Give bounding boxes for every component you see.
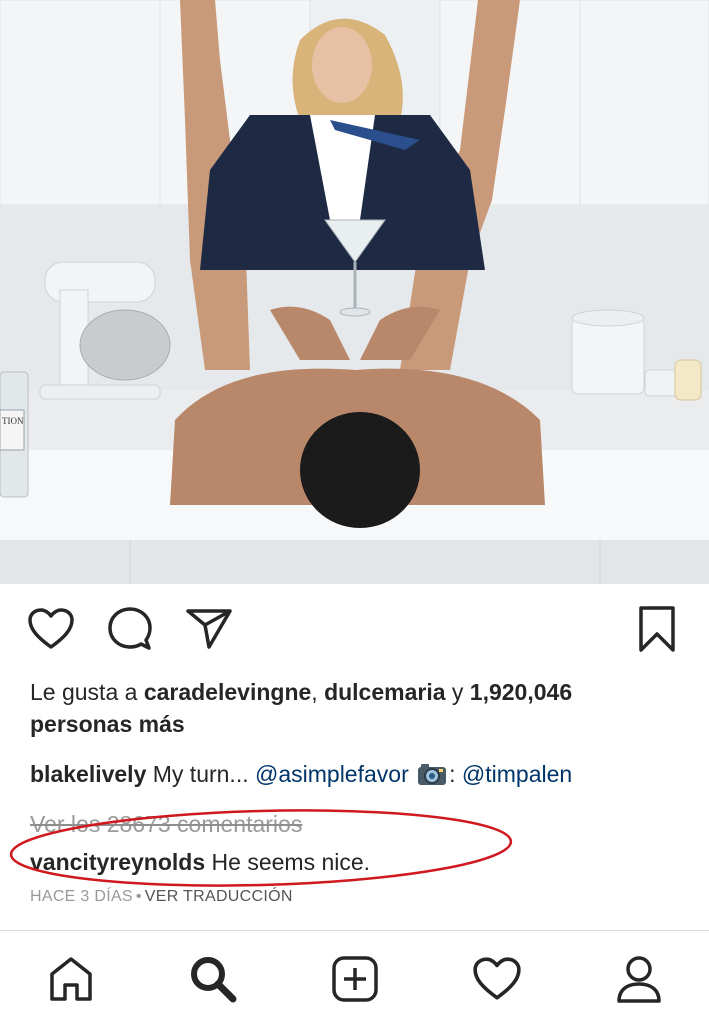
nav-activity[interactable] bbox=[469, 951, 525, 1007]
camera-emoji-icon bbox=[418, 764, 447, 785]
likes-conjunction: y bbox=[445, 679, 470, 705]
see-translation-link[interactable]: VER TRADUCCIÓN bbox=[145, 888, 293, 905]
post-caption: blakelively My turn... @asimplefavor : @… bbox=[30, 758, 690, 790]
nav-profile[interactable] bbox=[611, 951, 667, 1007]
likes-prefix: Le gusta a bbox=[30, 679, 144, 705]
comment-username[interactable]: vancityreynolds bbox=[30, 849, 205, 875]
nav-home[interactable] bbox=[43, 951, 99, 1007]
likes-count: 1,920,046 bbox=[469, 679, 573, 705]
paper-plane-icon bbox=[186, 609, 232, 649]
view-all-comments-link[interactable]: Ver los 28673 comentarios bbox=[30, 808, 690, 840]
post-info: Le gusta a caradelevingne, dulcemaria y … bbox=[30, 676, 690, 908]
top-comment: vancityreynolds He seems nice. bbox=[30, 846, 690, 878]
heart-outline-icon bbox=[28, 608, 74, 649]
post-timestamp: HACE 3 DÍAS bbox=[30, 888, 133, 905]
profile-icon bbox=[617, 956, 661, 1003]
liker-username[interactable]: caradelevingne bbox=[144, 679, 311, 705]
speech-bubble-icon bbox=[108, 607, 152, 650]
likes-separator: , bbox=[311, 679, 325, 705]
likes-summary[interactable]: Le gusta a caradelevingne, dulcemaria y … bbox=[30, 676, 690, 740]
share-button[interactable] bbox=[182, 602, 236, 656]
add-post-icon bbox=[332, 956, 378, 1002]
like-button[interactable] bbox=[24, 602, 78, 656]
likes-suffix: personas más bbox=[30, 711, 185, 737]
post-photo[interactable]: TION bbox=[0, 0, 709, 584]
search-icon bbox=[191, 957, 237, 1003]
caption-text: My turn... bbox=[146, 761, 255, 787]
caption-mention[interactable]: @asimplefavor bbox=[255, 761, 409, 787]
nav-add-post[interactable] bbox=[327, 951, 383, 1007]
save-button[interactable] bbox=[630, 602, 684, 656]
post-action-bar bbox=[0, 584, 709, 676]
post-photo-illustration: TION bbox=[0, 0, 709, 584]
bottle: TION bbox=[0, 371, 29, 498]
nav-search[interactable] bbox=[185, 951, 241, 1007]
bookmark-icon bbox=[639, 606, 675, 652]
comment-button[interactable] bbox=[103, 602, 157, 656]
bottom-navigation bbox=[0, 930, 709, 1024]
caption-colon: : bbox=[449, 761, 462, 787]
liker-username[interactable]: dulcemaria bbox=[324, 679, 445, 705]
svg-text:TION: TION bbox=[2, 416, 24, 426]
caption-mention[interactable]: @timpalen bbox=[462, 761, 572, 787]
post-meta: HACE 3 DÍAS • VER TRADUCCIÓN bbox=[30, 886, 690, 908]
heart-icon bbox=[473, 957, 521, 1000]
caption-username[interactable]: blakelively bbox=[30, 761, 146, 787]
comment-text: He seems nice. bbox=[205, 849, 371, 875]
home-icon bbox=[50, 957, 92, 1001]
meta-separator: • bbox=[135, 888, 142, 905]
